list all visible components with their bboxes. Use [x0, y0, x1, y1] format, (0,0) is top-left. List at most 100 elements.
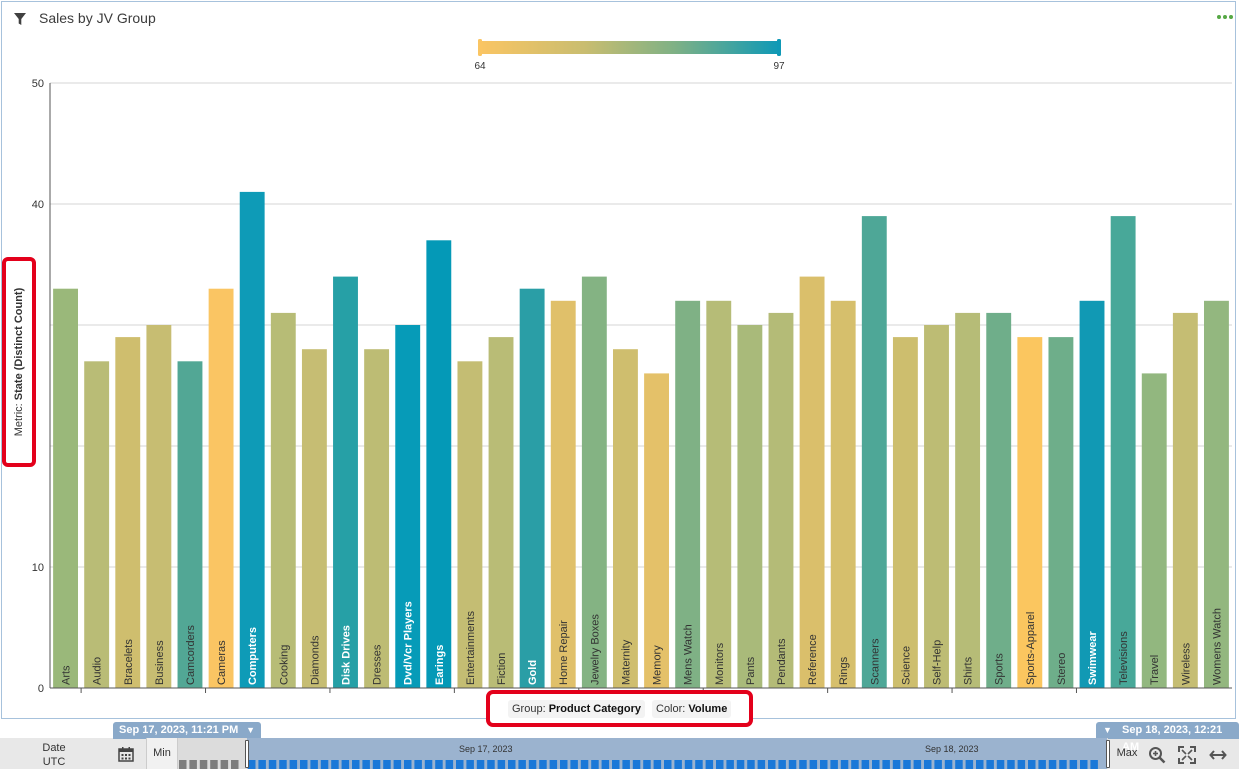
- timeline-end-handle[interactable]: [1106, 740, 1110, 768]
- timeline-tick: [231, 760, 239, 769]
- zoom-in-icon[interactable]: [1148, 746, 1166, 764]
- bar[interactable]: [1141, 373, 1167, 688]
- timeline-tick: [809, 760, 818, 769]
- bar-label: Monitors: [714, 642, 726, 685]
- bar[interactable]: [706, 300, 732, 688]
- timeline-tick: [341, 760, 350, 769]
- bar[interactable]: [519, 288, 545, 688]
- bar-label: Bracelets: [123, 639, 135, 685]
- bar[interactable]: [768, 312, 794, 688]
- bar[interactable]: [613, 349, 638, 688]
- color-legend-max-handle[interactable]: [777, 39, 781, 56]
- calendar-icon[interactable]: [118, 746, 134, 762]
- timeline-axis-label-line1: Date: [42, 742, 66, 754]
- fit-to-screen-icon[interactable]: [1178, 746, 1196, 764]
- timeline-tick: [986, 760, 994, 769]
- timeline-tick: [965, 760, 974, 769]
- bar[interactable]: [1110, 216, 1136, 688]
- bar[interactable]: [115, 337, 141, 688]
- bar[interactable]: [644, 373, 669, 688]
- group-value: Product Category: [548, 703, 641, 715]
- bar[interactable]: [1079, 300, 1105, 688]
- timeline-tick: [601, 760, 610, 769]
- timeline-tick: [1048, 760, 1057, 769]
- timeline-tick: [476, 760, 485, 769]
- bar-label: Rings: [838, 656, 850, 685]
- bar-label: Disk Drives: [341, 625, 353, 685]
- timeline-tick: [1069, 760, 1078, 769]
- bar-label: Earings: [434, 645, 446, 685]
- timeline-tick: [1017, 760, 1026, 769]
- group-selector[interactable]: Group: Product Category: [508, 700, 645, 718]
- timeline-tick: [653, 760, 662, 769]
- timeline-end-tag[interactable]: ▼ Sep 18, 2023, 12:21 AM: [1096, 722, 1239, 753]
- bar[interactable]: [1048, 337, 1074, 688]
- timeline-date-1: Sep 17, 2023: [459, 744, 513, 754]
- timeline-date-2: Sep 18, 2023: [925, 744, 979, 754]
- bar-label: Sports: [994, 653, 1006, 685]
- bar[interactable]: [146, 325, 172, 688]
- bar[interactable]: [208, 288, 234, 688]
- timeline-tick: [1090, 760, 1098, 769]
- bar[interactable]: [1172, 312, 1198, 688]
- timeline-tick: [456, 760, 464, 769]
- bar-label: Wireless: [1180, 642, 1192, 685]
- bar[interactable]: [488, 337, 514, 688]
- timeline-tick: [497, 760, 506, 769]
- bar-label: Computers: [247, 627, 259, 685]
- timeline-tick: [705, 760, 714, 769]
- metric-label[interactable]: Metric: State (Distinct Count): [2, 257, 36, 467]
- timeline-start-handle[interactable]: [245, 740, 249, 768]
- metric-label-value: State (Distinct Count): [13, 287, 25, 401]
- bar[interactable]: [84, 361, 110, 688]
- bar[interactable]: [955, 312, 981, 688]
- bar-label: Cameras: [216, 640, 228, 685]
- color-prefix: Color:: [656, 703, 689, 715]
- y-tick-label: 10: [32, 562, 44, 574]
- bar[interactable]: [53, 288, 78, 688]
- timeline-tick: [684, 760, 693, 769]
- bar-label: Maternity: [620, 639, 632, 685]
- timeline-tick: [404, 760, 412, 769]
- timeline-tick: [258, 760, 266, 769]
- timeline: Sep 17, 2023, 11:21 PM ▼ ▼ Sep 18, 2023,…: [0, 722, 1239, 769]
- timeline-tick: [736, 760, 745, 769]
- bar-label: Science: [900, 646, 912, 685]
- bar-label: Cooking: [278, 645, 290, 685]
- bar[interactable]: [799, 276, 825, 688]
- bar-label: Fiction: [496, 653, 508, 685]
- timeline-tick: [695, 760, 703, 769]
- timeline-tick: [414, 760, 422, 769]
- bar[interactable]: [270, 312, 296, 688]
- bar-label: Arts: [61, 665, 73, 685]
- timeline-start-tag[interactable]: Sep 17, 2023, 11:21 PM ▼: [113, 722, 261, 739]
- timeline-tick: [799, 760, 807, 769]
- timeline-max-button[interactable]: Max: [1112, 738, 1142, 769]
- bar[interactable]: [239, 191, 265, 688]
- bar-chart: 64 97 0 10 40 50 Arts Audio Bracelets Business…: [32, 39, 1232, 695]
- color-selector[interactable]: Color: Volume: [652, 700, 732, 718]
- timeline-min-button[interactable]: Min: [146, 738, 178, 769]
- bar[interactable]: [364, 349, 390, 688]
- timeline-tick: [362, 760, 370, 769]
- timeline-tick: [248, 760, 256, 769]
- timeline-tick: [539, 760, 547, 769]
- bar[interactable]: [426, 240, 452, 689]
- bar[interactable]: [861, 216, 887, 688]
- bar[interactable]: [830, 300, 856, 688]
- bar[interactable]: [924, 325, 949, 688]
- timeline-tick: [632, 760, 641, 769]
- timeline-axis-label: Date UTC: [0, 738, 108, 769]
- bar[interactable]: [737, 325, 763, 688]
- timeline-tick: [310, 760, 318, 769]
- timeline-tick: [189, 760, 197, 769]
- expand-horizontal-icon[interactable]: [1209, 746, 1227, 764]
- timeline-tick: [1059, 760, 1067, 769]
- timeline-tick: [674, 760, 682, 769]
- bar[interactable]: [986, 312, 1012, 688]
- timeline-tick: [580, 760, 589, 769]
- timeline-tick: [664, 760, 672, 769]
- timeline-tick: [726, 760, 734, 769]
- color-legend-min-handle[interactable]: [478, 39, 482, 56]
- bar[interactable]: [892, 337, 918, 688]
